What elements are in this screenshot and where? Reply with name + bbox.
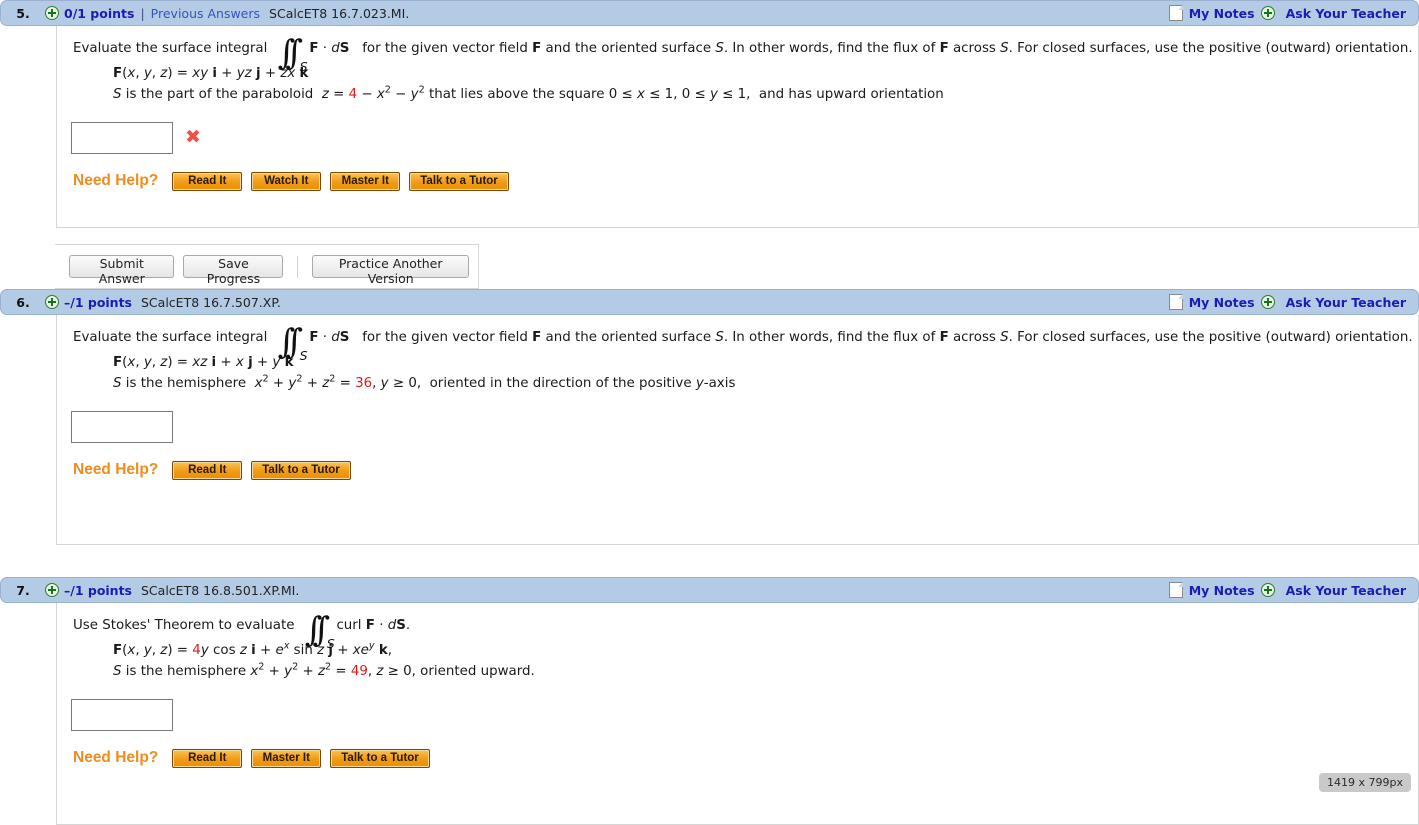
green-plus-circle-icon[interactable] <box>1260 583 1275 597</box>
read-it-button-5[interactable]: Read It <box>172 171 243 191</box>
surface-description-5: S is the part of the paraboloid z = 4 − … <box>113 84 944 102</box>
question-number-7: 7. <box>16 582 30 598</box>
header-separator: | <box>140 5 145 21</box>
ask-your-teacher-link-5[interactable]: Ask Your Teacher <box>1286 6 1406 21</box>
field-constant-7: 4 <box>192 643 201 659</box>
formula-block-6: F(x, y, z) = xz i + x j + y k S is the h… <box>57 347 1418 395</box>
button-divider <box>297 255 299 278</box>
points-label-7: –/1 points <box>64 582 132 598</box>
question-body-5: Evaluate the surface integral ∫∫ S F · dS… <box>56 26 1419 228</box>
points-label-5: 0/1 points <box>64 5 135 21</box>
ask-your-teacher-link-6[interactable]: Ask Your Teacher <box>1286 295 1406 310</box>
submit-answer-button-5[interactable]: Submit Answer <box>69 255 175 286</box>
talk-to-a-tutor-button-5[interactable]: Talk to a Tutor <box>409 171 509 191</box>
prompt-text-before: Evaluate the surface integral <box>73 41 268 56</box>
question-block-7: 7. –/1 points SCalcET8 16.8.501.XP.MI. M… <box>0 577 1419 825</box>
need-help-row-5: Need Help? Read It Watch It Master It Ta… <box>57 154 1418 191</box>
talk-to-a-tutor-button-7[interactable]: Talk to a Tutor <box>330 748 430 768</box>
note-page-icon[interactable] <box>1168 294 1183 310</box>
need-help-row-6: Need Help? Read It Talk to a Tutor <box>57 443 1418 480</box>
save-progress-button-5[interactable]: Save Progress <box>183 255 284 286</box>
question-code-5: SCalcET8 16.7.023.MI. <box>269 5 410 21</box>
formula-block-5: F(x, y, z) = xy i + yz j + zx k S is the… <box>57 58 1418 106</box>
header-actions-6: My Notes Ask Your Teacher <box>1168 294 1410 310</box>
integral-body: curl F · dS. <box>336 618 411 633</box>
watch-it-button-5[interactable]: Watch It <box>251 171 322 191</box>
vector-field-line-6: F(x, y, z) = xz i + x j + y k <box>113 355 294 371</box>
green-plus-circle-icon[interactable] <box>45 295 59 309</box>
green-plus-circle-icon[interactable] <box>1260 6 1275 20</box>
question-number-5: 5. <box>16 5 30 21</box>
answer-input-6[interactable] <box>71 410 173 443</box>
header-actions-5: My Notes Ask Your Teacher <box>1168 5 1410 21</box>
points-label-6: –/1 points <box>64 294 132 310</box>
formula-block-7: F(x, y, z) = 4y cos z i + ex sin z j + x… <box>57 635 1418 683</box>
header-actions-7: My Notes Ask Your Teacher <box>1168 582 1410 598</box>
practice-another-version-button-5[interactable]: Practice Another Version <box>312 255 469 286</box>
integral-body: F · dS <box>309 330 350 345</box>
question-block-6: 6. –/1 points SCalcET8 16.7.507.XP. My N… <box>0 289 1419 545</box>
question-body-7: Use Stokes' Theorem to evaluate ∫∫ S curl… <box>56 603 1419 825</box>
my-notes-link-6[interactable]: My Notes <box>1189 295 1255 310</box>
my-notes-link-5[interactable]: My Notes <box>1189 6 1255 21</box>
talk-to-a-tutor-button-6[interactable]: Talk to a Tutor <box>251 460 351 480</box>
green-plus-circle-icon[interactable] <box>1260 295 1275 309</box>
green-plus-circle-icon[interactable] <box>45 583 59 597</box>
answer-row-6 <box>57 395 1418 443</box>
dimension-badge: 1419 x 799px <box>1319 773 1411 792</box>
question-number-6: 6. <box>16 294 30 310</box>
prompt-text-after: for the given vector field F and the ori… <box>353 41 1413 56</box>
note-page-icon[interactable] <box>1168 5 1183 21</box>
my-notes-link-7[interactable]: My Notes <box>1189 583 1255 598</box>
master-it-button-7[interactable]: Master It <box>251 748 322 768</box>
read-it-button-6[interactable]: Read It <box>172 460 243 480</box>
question-body-6: Evaluate the surface integral ∫∫ S F · dS… <box>56 315 1419 545</box>
question-prompt-7: Use Stokes' Theorem to evaluate ∫∫ S curl… <box>73 610 411 651</box>
need-help-label-5: Need Help? <box>73 172 159 190</box>
question-block-5: 5. 0/1 points | Previous Answers SCalcET… <box>0 0 1419 289</box>
integral-body: F · dS <box>309 41 350 56</box>
previous-answers-link-5[interactable]: Previous Answers <box>151 6 260 21</box>
need-help-label-7: Need Help? <box>73 749 159 767</box>
answer-input-7[interactable] <box>71 698 173 731</box>
prompt-text-after: for the given vector field F and the ori… <box>353 330 1413 345</box>
question-header-7: 7. –/1 points SCalcET8 16.8.501.XP.MI. M… <box>0 577 1419 603</box>
surface-description-7: S is the hemisphere x2 + y2 + z2 = 49, z… <box>113 661 535 679</box>
surface-constant-5: 4 <box>348 86 358 102</box>
need-help-row-7: Need Help? Read It Master It Talk to a T… <box>57 731 1418 768</box>
read-it-button-7[interactable]: Read It <box>172 748 243 768</box>
need-help-label-6: Need Help? <box>73 461 159 479</box>
answer-input-5[interactable] <box>71 121 173 154</box>
submit-bar-5: Submit Answer Save Progress Practice Ano… <box>55 244 479 289</box>
answer-row-7 <box>57 683 1418 731</box>
incorrect-x-icon: ✖ <box>185 126 201 149</box>
answer-row-5: ✖ <box>57 106 1418 154</box>
question-prompt-6: Evaluate the surface integral ∫∫ S F · dS… <box>73 322 1413 363</box>
green-plus-circle-icon[interactable] <box>45 6 59 20</box>
vector-field-line-5: F(x, y, z) = xy i + yz j + zx k <box>113 66 309 82</box>
question-header-5: 5. 0/1 points | Previous Answers SCalcET… <box>0 0 1419 26</box>
prompt-text-before: Evaluate the surface integral <box>73 330 268 345</box>
ask-your-teacher-link-7[interactable]: Ask Your Teacher <box>1286 583 1406 598</box>
surface-description-6: S is the hemisphere x2 + y2 + z2 = 36, y… <box>113 373 736 391</box>
master-it-button-5[interactable]: Master It <box>330 171 401 191</box>
question-prompt-5: Evaluate the surface integral ∫∫ S F · dS… <box>73 33 1413 74</box>
note-page-icon[interactable] <box>1168 582 1183 598</box>
surface-constant-7: 49 <box>350 663 368 679</box>
question-code-6: SCalcET8 16.7.507.XP. <box>141 294 281 310</box>
question-header-6: 6. –/1 points SCalcET8 16.7.507.XP. My N… <box>0 289 1419 315</box>
question-code-7: SCalcET8 16.8.501.XP.MI. <box>141 582 300 598</box>
prompt-text-before: Use Stokes' Theorem to evaluate <box>73 618 295 633</box>
surface-constant-6: 36 <box>355 375 373 391</box>
